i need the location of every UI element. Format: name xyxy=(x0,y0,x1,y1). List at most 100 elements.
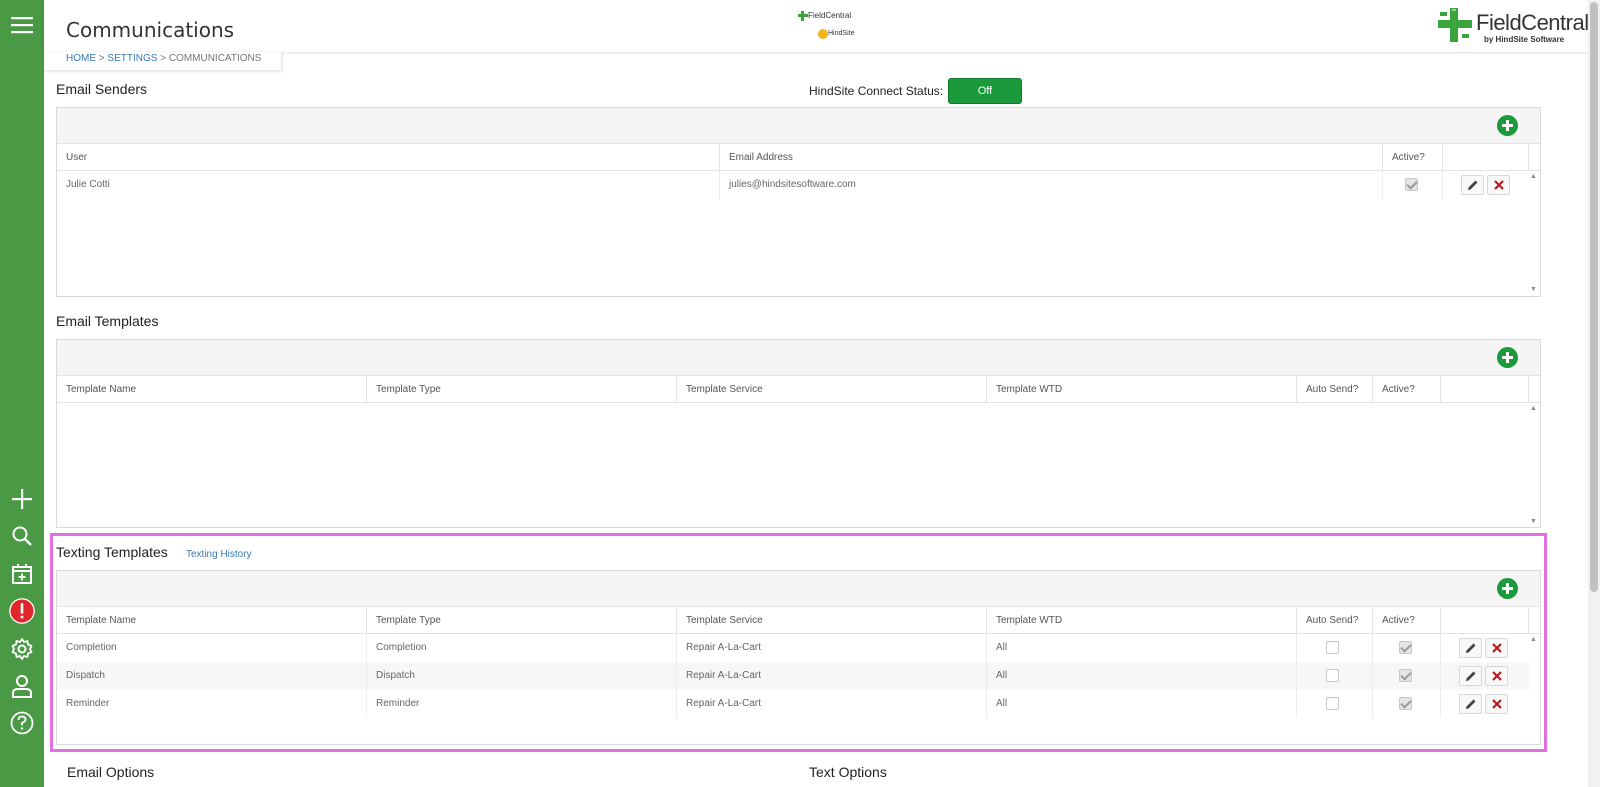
page-scrollbar-thumb[interactable] xyxy=(1590,2,1598,592)
delete-button[interactable] xyxy=(1485,666,1508,686)
cell-template-name: Dispatch xyxy=(57,662,367,690)
calendar-add-icon[interactable] xyxy=(9,561,35,587)
active-checkbox[interactable] xyxy=(1399,697,1412,710)
cell-active xyxy=(1383,171,1443,199)
breadcrumb-settings[interactable]: SETTINGS xyxy=(107,53,157,64)
email-senders-title: Email Senders xyxy=(56,81,148,97)
column-header-template-type[interactable]: Template Type xyxy=(367,607,677,634)
center-logo: FieldCentral HindSite xyxy=(798,10,878,42)
edit-button[interactable] xyxy=(1461,175,1484,195)
scroll-down-arrow: ▼ xyxy=(1530,518,1537,525)
grid-toolbar xyxy=(57,340,1540,376)
column-header-template-type[interactable]: Template Type xyxy=(367,376,677,403)
left-sidebar xyxy=(0,0,44,787)
auto-send-checkbox[interactable] xyxy=(1326,641,1339,654)
grid-body: ▲ ▼ xyxy=(57,403,1540,527)
grid-scrollbar[interactable]: ▲ ▼ xyxy=(1528,403,1540,527)
grid-scrollbar[interactable]: ▲ ▼ xyxy=(1528,171,1540,295)
cell-auto-send xyxy=(1297,690,1373,718)
settings-icon[interactable] xyxy=(9,636,35,662)
cell-active xyxy=(1373,690,1441,718)
add-email-sender-button[interactable] xyxy=(1497,115,1518,136)
grid-scrollbar[interactable]: ▲ xyxy=(1528,634,1540,744)
column-header-auto-send[interactable]: Auto Send? xyxy=(1297,607,1373,634)
close-icon xyxy=(1491,699,1502,709)
logo-name: FieldCentral xyxy=(1476,10,1589,35)
column-header-template-wtd[interactable]: Template WTD xyxy=(987,607,1297,634)
cell-template-service: Repair A-La-Cart xyxy=(677,634,987,662)
alert-icon[interactable] xyxy=(9,598,35,624)
active-checkbox[interactable] xyxy=(1405,178,1418,191)
help-icon[interactable] xyxy=(9,710,35,736)
active-checkbox[interactable] xyxy=(1399,641,1412,654)
auto-send-checkbox[interactable] xyxy=(1326,697,1339,710)
grid-toolbar xyxy=(57,571,1540,607)
pencil-icon xyxy=(1467,180,1477,190)
text-options-title: Text Options xyxy=(809,764,887,780)
page-scrollbar[interactable] xyxy=(1588,0,1600,787)
add-texting-template-button[interactable] xyxy=(1497,578,1518,599)
breadcrumb-separator: > xyxy=(160,53,167,64)
scroll-up-arrow: ▲ xyxy=(1530,405,1537,412)
cell-template-type: Reminder xyxy=(367,690,677,718)
column-header-template-wtd[interactable]: Template WTD xyxy=(987,376,1297,403)
cell-email: julies@hindsitesoftware.com xyxy=(720,171,1383,199)
column-header-template-service[interactable]: Template Service xyxy=(677,607,987,634)
connect-status-toggle[interactable]: Off xyxy=(948,78,1022,104)
texting-templates-title: Texting Templates xyxy=(56,544,168,560)
cell-active xyxy=(1373,634,1441,662)
logo-subtitle: by HindSite Software xyxy=(1484,35,1565,44)
column-header-active[interactable]: Active? xyxy=(1373,376,1441,403)
edit-button[interactable] xyxy=(1459,638,1482,658)
breadcrumb: HOME > SETTINGS > COMMUNICATIONS xyxy=(44,52,282,70)
column-header-actions xyxy=(1441,607,1529,634)
cell-auto-send xyxy=(1297,634,1373,662)
menu-icon[interactable] xyxy=(9,12,35,38)
pencil-icon xyxy=(1465,643,1475,653)
breadcrumb-home[interactable]: HOME xyxy=(66,53,96,64)
table-row[interactable]: Dispatch Dispatch Repair A-La-Cart All xyxy=(57,662,1529,690)
table-row[interactable]: Completion Completion Repair A-La-Cart A… xyxy=(57,634,1529,662)
texting-templates-grid: Template Name Template Type Template Ser… xyxy=(56,570,1541,745)
page-title: Communications xyxy=(66,18,235,42)
scroll-up-arrow: ▲ xyxy=(1530,636,1537,643)
add-email-template-button[interactable] xyxy=(1497,347,1518,368)
column-header-actions xyxy=(1441,376,1529,403)
scroll-down-arrow: ▼ xyxy=(1530,286,1537,293)
breadcrumb-current: COMMUNICATIONS xyxy=(168,53,262,64)
user-icon[interactable] xyxy=(9,673,35,699)
center-logo-line1: FieldCentral xyxy=(808,11,852,20)
table-row[interactable]: Julie Cotti julies@hindsitesoftware.com xyxy=(57,171,1529,199)
delete-button[interactable] xyxy=(1485,638,1508,658)
grid-header: Template Name Template Type Template Ser… xyxy=(57,376,1540,403)
column-header-template-name[interactable]: Template Name xyxy=(57,376,367,403)
grid-header: Template Name Template Type Template Ser… xyxy=(57,607,1540,634)
edit-button[interactable] xyxy=(1459,694,1482,714)
fieldcentral-logo[interactable]: FieldCentral by HindSite Software xyxy=(1434,6,1589,46)
delete-button[interactable] xyxy=(1487,175,1510,195)
delete-button[interactable] xyxy=(1485,694,1508,714)
breadcrumb-separator: > xyxy=(98,53,105,64)
texting-history-link[interactable]: Texting History xyxy=(186,549,252,560)
table-row[interactable]: Reminder Reminder Repair A-La-Cart All xyxy=(57,690,1529,718)
column-header-user[interactable]: User xyxy=(57,144,720,171)
column-header-template-name[interactable]: Template Name xyxy=(57,607,367,634)
cell-template-wtd: All xyxy=(987,690,1297,718)
pencil-icon xyxy=(1465,699,1475,709)
auto-send-checkbox[interactable] xyxy=(1326,669,1339,682)
search-icon[interactable] xyxy=(9,523,35,549)
email-senders-grid: User Email Address Active? Julie Cotti j… xyxy=(56,107,1541,297)
column-header-email[interactable]: Email Address xyxy=(720,144,1383,171)
grid-body: Julie Cotti julies@hindsitesoftware.com … xyxy=(57,171,1540,295)
center-logo-line2: HindSite xyxy=(828,30,855,37)
close-icon xyxy=(1491,643,1502,653)
add-icon[interactable] xyxy=(9,486,35,512)
column-header-template-service[interactable]: Template Service xyxy=(677,376,987,403)
email-templates-title: Email Templates xyxy=(56,313,159,329)
connect-status-label: HindSite Connect Status: xyxy=(809,84,944,98)
column-header-auto-send[interactable]: Auto Send? xyxy=(1297,376,1373,403)
column-header-active[interactable]: Active? xyxy=(1373,607,1441,634)
active-checkbox[interactable] xyxy=(1399,669,1412,682)
edit-button[interactable] xyxy=(1459,666,1482,686)
column-header-active[interactable]: Active? xyxy=(1383,144,1443,171)
